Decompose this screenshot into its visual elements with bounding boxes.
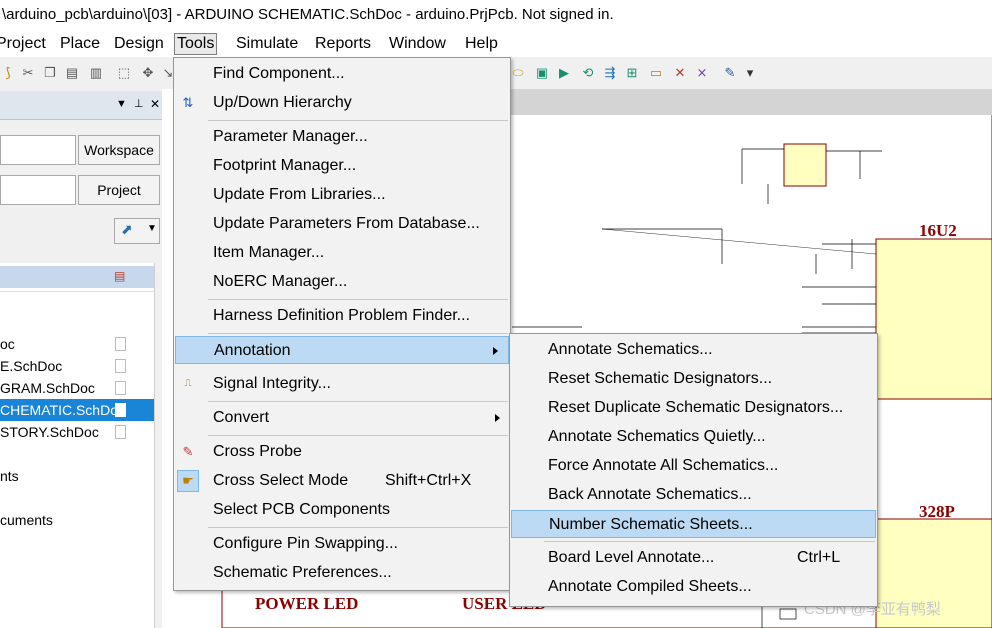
copy-icon[interactable]: ❐ xyxy=(42,65,58,81)
list-item[interactable]: STORY.SchDoc xyxy=(0,421,154,443)
net-label-icon[interactable]: ⊞ xyxy=(624,65,640,81)
menu-tools[interactable]: Tools xyxy=(174,33,218,55)
menu-item-configure-pin-swapping[interactable]: Configure Pin Swapping... xyxy=(174,530,510,558)
select-area-icon[interactable]: ⬚ xyxy=(116,65,132,81)
project-field[interactable] xyxy=(0,175,76,205)
menu-item-select-pcb-components[interactable]: Select PCB Components xyxy=(174,496,510,524)
list-item[interactable]: cuments xyxy=(0,509,154,531)
menu-item-force-annotate-all[interactable]: Force Annotate All Schematics... xyxy=(510,452,877,480)
annotation-submenu: Annotate Schematics... Reset Schematic D… xyxy=(509,333,878,607)
list-item[interactable]: E.SchDoc xyxy=(0,355,154,377)
menu-project[interactable]: Project xyxy=(0,35,48,53)
list-item[interactable]: nts xyxy=(0,465,154,487)
cut-icon[interactable]: ✂ xyxy=(20,65,36,81)
port-icon[interactable]: ⬭ xyxy=(510,65,526,81)
directive-icon[interactable]: ▭ xyxy=(648,65,664,81)
menu-item-cross-probe[interactable]: ✎ Cross Probe xyxy=(174,438,510,466)
chevron-down-icon[interactable]: ▾ xyxy=(742,65,758,81)
menu-place[interactable]: Place xyxy=(58,35,102,53)
workspace-button[interactable]: Workspace xyxy=(78,135,160,165)
no-erc-multi-icon[interactable]: ⨯ xyxy=(694,65,710,81)
menu-item-harness-finder[interactable]: Harness Definition Problem Finder... xyxy=(174,302,510,330)
menu-item-board-level-annotate[interactable]: Board Level Annotate... Ctrl+L xyxy=(510,544,877,572)
sheet-entry-icon[interactable]: ⟲ xyxy=(580,65,596,81)
harness-icon[interactable]: ▣ xyxy=(534,65,550,81)
document-icon xyxy=(115,425,126,439)
project-button[interactable]: Project xyxy=(78,175,160,205)
cross-select-icon: ☛ xyxy=(177,470,199,492)
sheet-symbol-icon[interactable]: ▶ xyxy=(556,65,572,81)
menu-item-schematic-preferences[interactable]: Schematic Preferences... xyxy=(174,559,510,587)
list-item[interactable]: oc xyxy=(0,333,154,355)
menu-item-back-annotate-schematics[interactable]: Back Annotate Schematics... xyxy=(510,481,877,509)
project-tree: ▤ oc E.SchDoc GRAM.SchDoc CHEMATIC.SchDo… xyxy=(0,263,155,628)
up-down-arrows-icon: ⇅ xyxy=(182,95,194,110)
document-icon xyxy=(115,381,126,395)
pen-icon[interactable]: ✎ xyxy=(722,65,738,81)
menu-item-annotate-schematics[interactable]: Annotate Schematics... xyxy=(510,336,877,364)
cross-probe-icon: ✎ xyxy=(182,444,194,459)
menu-item-up-down-hierarchy[interactable]: ⇅ Up/Down Hierarchy xyxy=(174,89,510,117)
tree-header: ▤ xyxy=(0,266,154,288)
project-options-button[interactable]: ⬈ ▼ xyxy=(114,218,160,244)
window-title: \arduino_pcb\arduino\[03] - ARDUINO SCHE… xyxy=(2,6,614,23)
menu-item-annotation[interactable]: Annotation xyxy=(175,336,509,364)
menu-item-reset-schematic-designators[interactable]: Reset Schematic Designators... xyxy=(510,365,877,393)
move-icon[interactable]: ✥ xyxy=(140,65,156,81)
menu-item-convert[interactable]: Convert xyxy=(174,404,510,432)
menu-item-reset-duplicate-designators[interactable]: Reset Duplicate Schematic Designators... xyxy=(510,394,877,422)
menu-item-number-schematic-sheets[interactable]: Number Schematic Sheets... xyxy=(511,510,876,538)
document-icon xyxy=(115,359,126,373)
document-icon xyxy=(115,403,126,417)
tools-menu: Find Component... ⇅ Up/Down Hierarchy Par… xyxy=(173,57,511,591)
document-tab-bar xyxy=(508,89,992,115)
section-label-power-led: POWER LED xyxy=(255,594,359,613)
rubber-stamp-icon[interactable]: ▥ xyxy=(88,65,104,81)
menu-item-cross-select-mode[interactable]: ☛ Cross Select Mode Shift+Ctrl+X xyxy=(174,467,510,495)
menu-item-signal-integrity[interactable]: ⎍ Signal Integrity... xyxy=(174,370,510,398)
menu-item-parameter-manager[interactable]: Parameter Manager... xyxy=(174,123,510,151)
title-bar: \arduino_pcb\arduino\[03] - ARDUINO SCHE… xyxy=(0,0,992,32)
menu-item-find-component[interactable]: Find Component... xyxy=(174,60,510,88)
menu-window[interactable]: Window xyxy=(387,35,448,53)
menu-item-noerc-manager[interactable]: NoERC Manager... xyxy=(174,268,510,296)
no-erc-icon[interactable]: ✕ xyxy=(672,65,688,81)
submenu-arrow-icon xyxy=(493,347,498,355)
document-icon xyxy=(115,337,126,351)
chevron-down-icon: ▼ xyxy=(147,223,157,234)
menu-item-update-from-libraries[interactable]: Update From Libraries... xyxy=(174,181,510,209)
wire-tool-icon[interactable]: ⟆ xyxy=(0,65,16,81)
paste-icon[interactable]: ▤ xyxy=(64,65,80,81)
menu-item-item-manager[interactable]: Item Manager... xyxy=(174,239,510,267)
menu-reports[interactable]: Reports xyxy=(313,35,373,53)
project-file-icon: ▤ xyxy=(114,269,126,283)
submenu-arrow-icon xyxy=(495,414,500,422)
menu-bar: Project Place Design Tools Simulate Repo… xyxy=(0,32,992,57)
menu-design[interactable]: Design xyxy=(112,35,166,53)
list-item-selected[interactable]: CHEMATIC.SchDoc xyxy=(0,399,154,421)
menu-simulate[interactable]: Simulate xyxy=(234,35,300,53)
menu-item-annotate-compiled-sheets[interactable]: Annotate Compiled Sheets... xyxy=(510,573,877,601)
device-sheet-icon[interactable]: ⇶ xyxy=(602,65,618,81)
panel-header: ▼ ⊥ ✕ xyxy=(0,91,162,120)
menu-item-update-parameters-database[interactable]: Update Parameters From Database... xyxy=(174,210,510,238)
chip-label-16u2: 16U2 xyxy=(919,221,957,240)
list-item[interactable]: GRAM.SchDoc xyxy=(0,377,154,399)
menu-help[interactable]: Help xyxy=(463,35,500,53)
pin-icon[interactable]: ⊥ xyxy=(134,97,144,110)
menu-item-annotate-schematics-quietly[interactable]: Annotate Schematics Quietly... xyxy=(510,423,877,451)
chip-label-328p: 328P xyxy=(919,502,955,521)
menu-item-footprint-manager[interactable]: Footprint Manager... xyxy=(174,152,510,180)
close-icon[interactable]: ✕ xyxy=(150,97,160,111)
panel-menu-icon[interactable]: ▼ xyxy=(116,98,127,110)
signal-integrity-icon: ⎍ xyxy=(184,378,192,389)
folder-icon: ⬈ xyxy=(121,221,133,237)
workspace-field[interactable] xyxy=(0,135,76,165)
